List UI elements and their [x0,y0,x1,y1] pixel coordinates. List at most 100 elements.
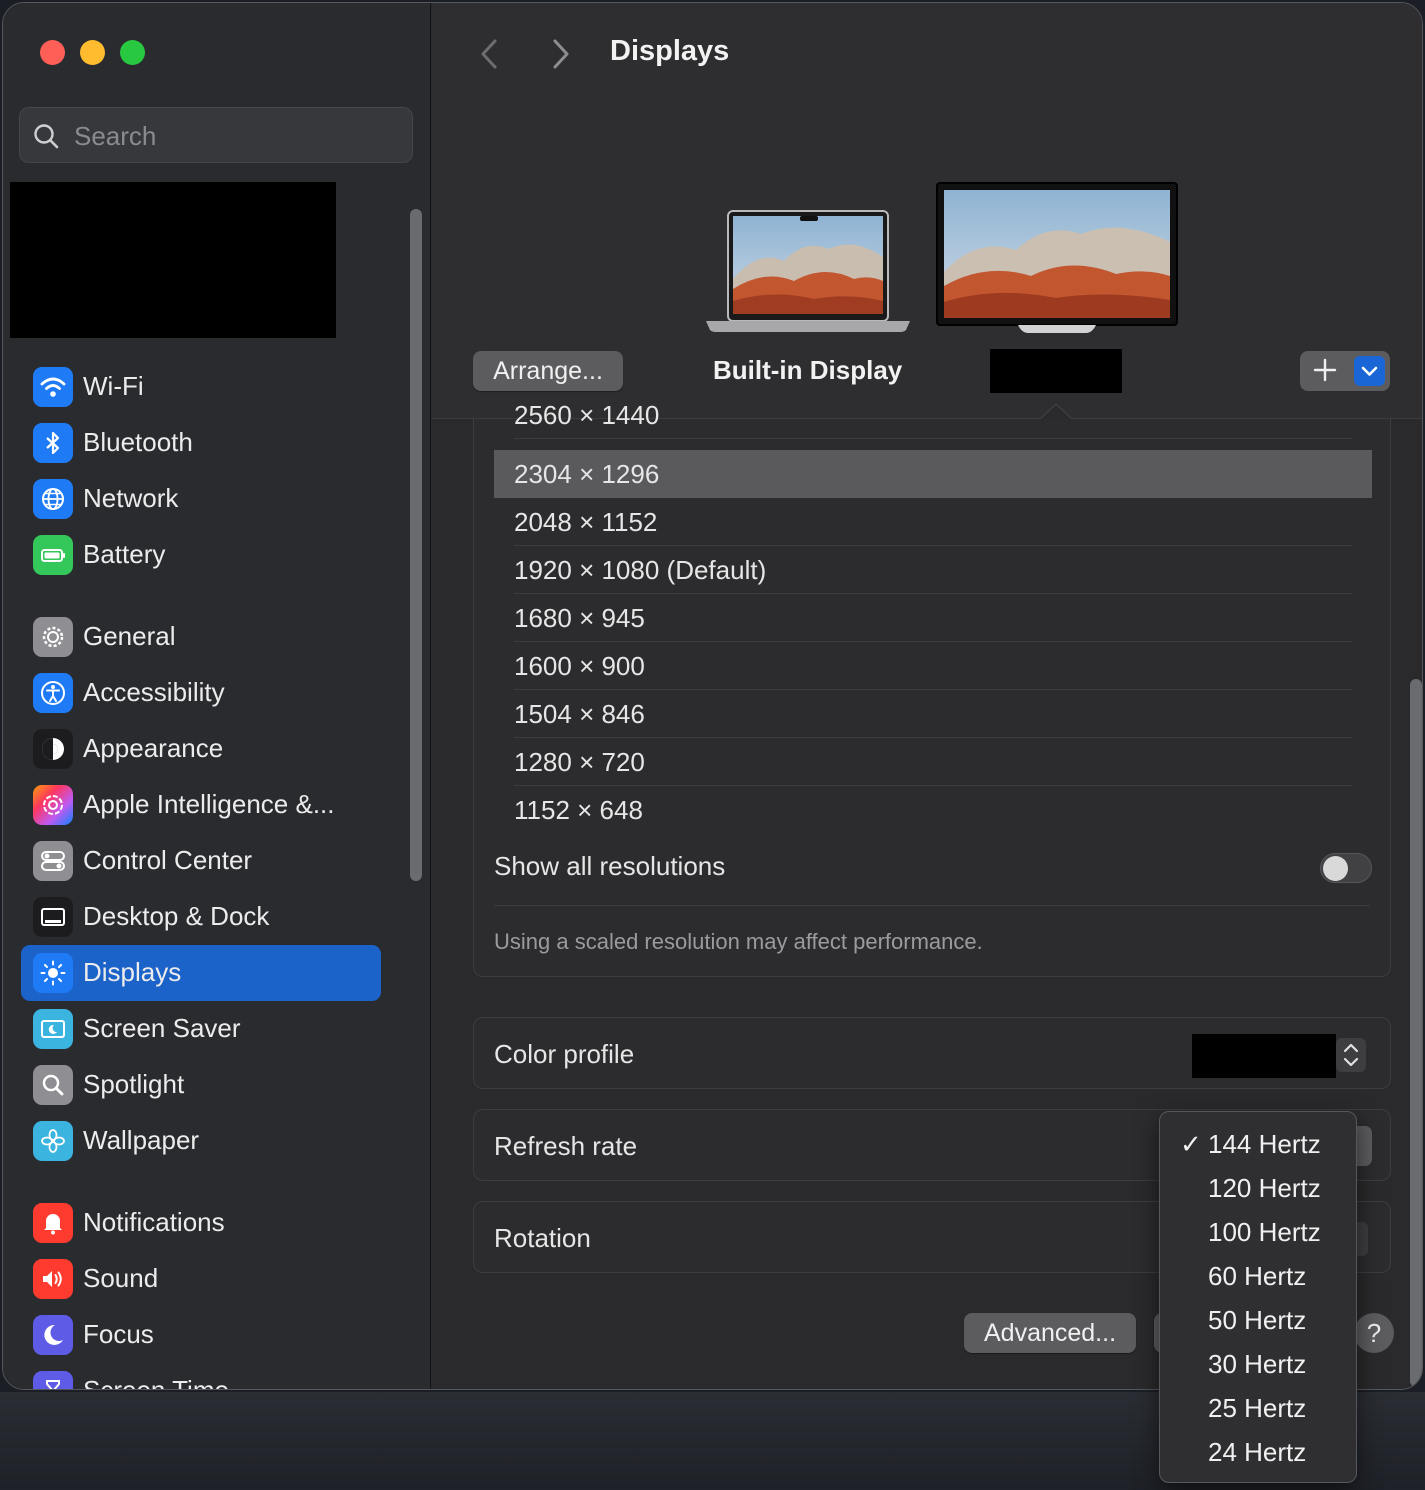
chevron-right-icon[interactable] [548,37,574,71]
color-profile-popup-button[interactable] [1336,1038,1366,1072]
sidebar-item-focus[interactable]: Focus [21,1307,381,1363]
color-profile-label: Color profile [494,1039,635,1069]
sidebar-item-label: Screen Saver [83,1013,241,1043]
minimize-window-button[interactable] [80,40,105,65]
resolution-option[interactable]: 2560 × 1440 [494,403,1372,439]
refresh-rate-menu: ✓ 144 Hertz 120 Hertz 100 Hertz 60 Hertz… [1159,1111,1357,1483]
refresh-rate-option[interactable]: 25 Hertz [1166,1386,1350,1430]
bluetooth-icon [33,423,73,463]
add-display-button[interactable] [1300,351,1390,391]
resolution-option[interactable]: 1280 × 720 [494,738,1372,786]
sidebar-item-spotlight[interactable]: Spotlight [21,1057,381,1113]
menu-item-label: 144 Hertz [1208,1129,1321,1159]
color-profile-row: Color profile [473,1017,1391,1089]
advanced-button[interactable]: Advanced... [964,1313,1136,1353]
chevron-left-icon[interactable] [476,37,502,71]
sidebar-item-control-center[interactable]: Control Center [21,833,381,889]
refresh-rate-option-selected[interactable]: ✓ 144 Hertz [1166,1122,1350,1166]
menu-item-label: 25 Hertz [1208,1393,1307,1423]
accessibility-icon [33,673,73,713]
sidebar-item-desktop-dock[interactable]: Desktop & Dock [21,889,381,945]
sun-icon [33,953,73,993]
refresh-rate-label: Refresh rate [494,1131,638,1161]
menu-item-label: 50 Hertz [1208,1305,1307,1335]
close-window-button[interactable] [40,40,65,65]
sidebar-item-label: Apple Intelligence &... [83,789,335,819]
refresh-rate-option[interactable]: 50 Hertz [1166,1298,1350,1342]
search-field[interactable] [19,107,413,163]
sidebar-item-label: General [83,621,176,651]
refresh-rate-option[interactable]: 30 Hertz [1166,1342,1350,1386]
refresh-rate-option[interactable]: 120 Hertz [1166,1166,1350,1210]
account-redacted[interactable] [10,182,336,338]
refresh-rate-option[interactable]: 24 Hertz [1166,1430,1350,1474]
external-display-label-redacted [990,349,1122,393]
sidebar-item-wifi[interactable]: Wi-Fi [21,359,381,415]
show-all-resolutions-label: Show all resolutions [494,851,726,881]
sidebar-item-sound[interactable]: Sound [21,1251,381,1307]
resolution-option-selected[interactable]: 2304 × 1296 [494,450,1372,498]
desktop-dock-icon [33,897,73,937]
refresh-rate-option[interactable]: 100 Hertz [1166,1210,1350,1254]
sidebar-item-battery[interactable]: Battery [21,527,381,583]
sidebar-item-screen-saver[interactable]: Screen Saver [21,1001,381,1057]
sidebar: Wi-Fi Bluetooth Network Battery [3,3,431,1389]
resolution-option[interactable]: 1152 × 648 [494,786,1372,834]
sidebar-item-label: Control Center [83,845,253,875]
checkmark-icon: ✓ [1180,1129,1202,1159]
sidebar-item-accessibility[interactable]: Accessibility [21,665,381,721]
moon-icon [33,1315,73,1355]
resolution-option[interactable]: 2048 × 1152 [494,498,1372,546]
help-button[interactable]: ? [1354,1313,1394,1353]
sidebar-item-label: Notifications [83,1207,225,1237]
menu-item-label: 30 Hertz [1208,1349,1307,1379]
sidebar-item-label: Bluetooth [83,427,193,457]
sidebar-item-general[interactable]: General [21,609,381,665]
resolution-option[interactable]: 1920 × 1080 (Default) [494,546,1372,594]
sidebar-item-label: Network [83,483,179,513]
external-display-thumbnail[interactable] [936,182,1178,334]
display-arrangement-area: Displays Arrange... Built-in Display [432,3,1422,421]
resolution-option[interactable]: 1600 × 900 [494,642,1372,690]
color-profile-value-redacted[interactable] [1192,1034,1336,1078]
battery-icon [33,535,73,575]
resolution-option[interactable]: 1504 × 846 [494,690,1372,738]
sidebar-item-appearance[interactable]: Appearance [21,721,381,777]
menu-item-label: 100 Hertz [1208,1217,1321,1247]
rotation-label: Rotation [494,1223,591,1253]
add-display-dropdown[interactable] [1354,356,1385,386]
sidebar-item-notifications[interactable]: Notifications [21,1195,381,1251]
main-scrollbar[interactable] [1410,679,1422,1387]
search-input[interactable] [74,118,394,154]
sidebar-scrollbar[interactable] [410,209,422,881]
sidebar-item-bluetooth[interactable]: Bluetooth [21,415,381,471]
chevron-updown-icon [1343,1043,1359,1067]
sidebar-item-label: Screen Time [83,1375,229,1390]
menu-item-label: 60 Hertz [1208,1261,1307,1291]
builtin-display-label: Built-in Display [713,355,903,385]
builtin-display-thumbnail[interactable] [704,209,912,333]
globe-icon [33,479,73,519]
control-center-icon [33,841,73,881]
maximize-window-button[interactable] [120,40,145,65]
performance-note: Using a scaled resolution may affect per… [494,929,983,954]
search-icon [34,124,59,149]
sidebar-item-label: Wi-Fi [83,371,144,401]
flower-icon [33,1121,73,1161]
wifi-icon [33,367,73,407]
refresh-rate-option[interactable]: 60 Hertz [1166,1254,1350,1298]
arrange-button[interactable]: Arrange... [473,351,623,391]
sidebar-item-displays[interactable]: Displays [21,945,381,1001]
hourglass-icon [33,1371,73,1389]
sidebar-item-label: Desktop & Dock [83,901,270,931]
show-all-resolutions-toggle[interactable] [1320,853,1372,883]
sidebar-item-screen-time[interactable]: Screen Time [21,1363,381,1390]
gear-icon [33,617,73,657]
sidebar-item-apple-intelligence[interactable]: Apple Intelligence &... [21,777,381,833]
sidebar-item-network[interactable]: Network [21,471,381,527]
sidebar-item-label: Spotlight [83,1069,185,1099]
plus-icon [1313,358,1337,382]
resolution-option[interactable]: 1680 × 945 [494,594,1372,642]
sidebar-item-wallpaper[interactable]: Wallpaper [21,1113,381,1169]
toggle-knob [1323,856,1348,881]
